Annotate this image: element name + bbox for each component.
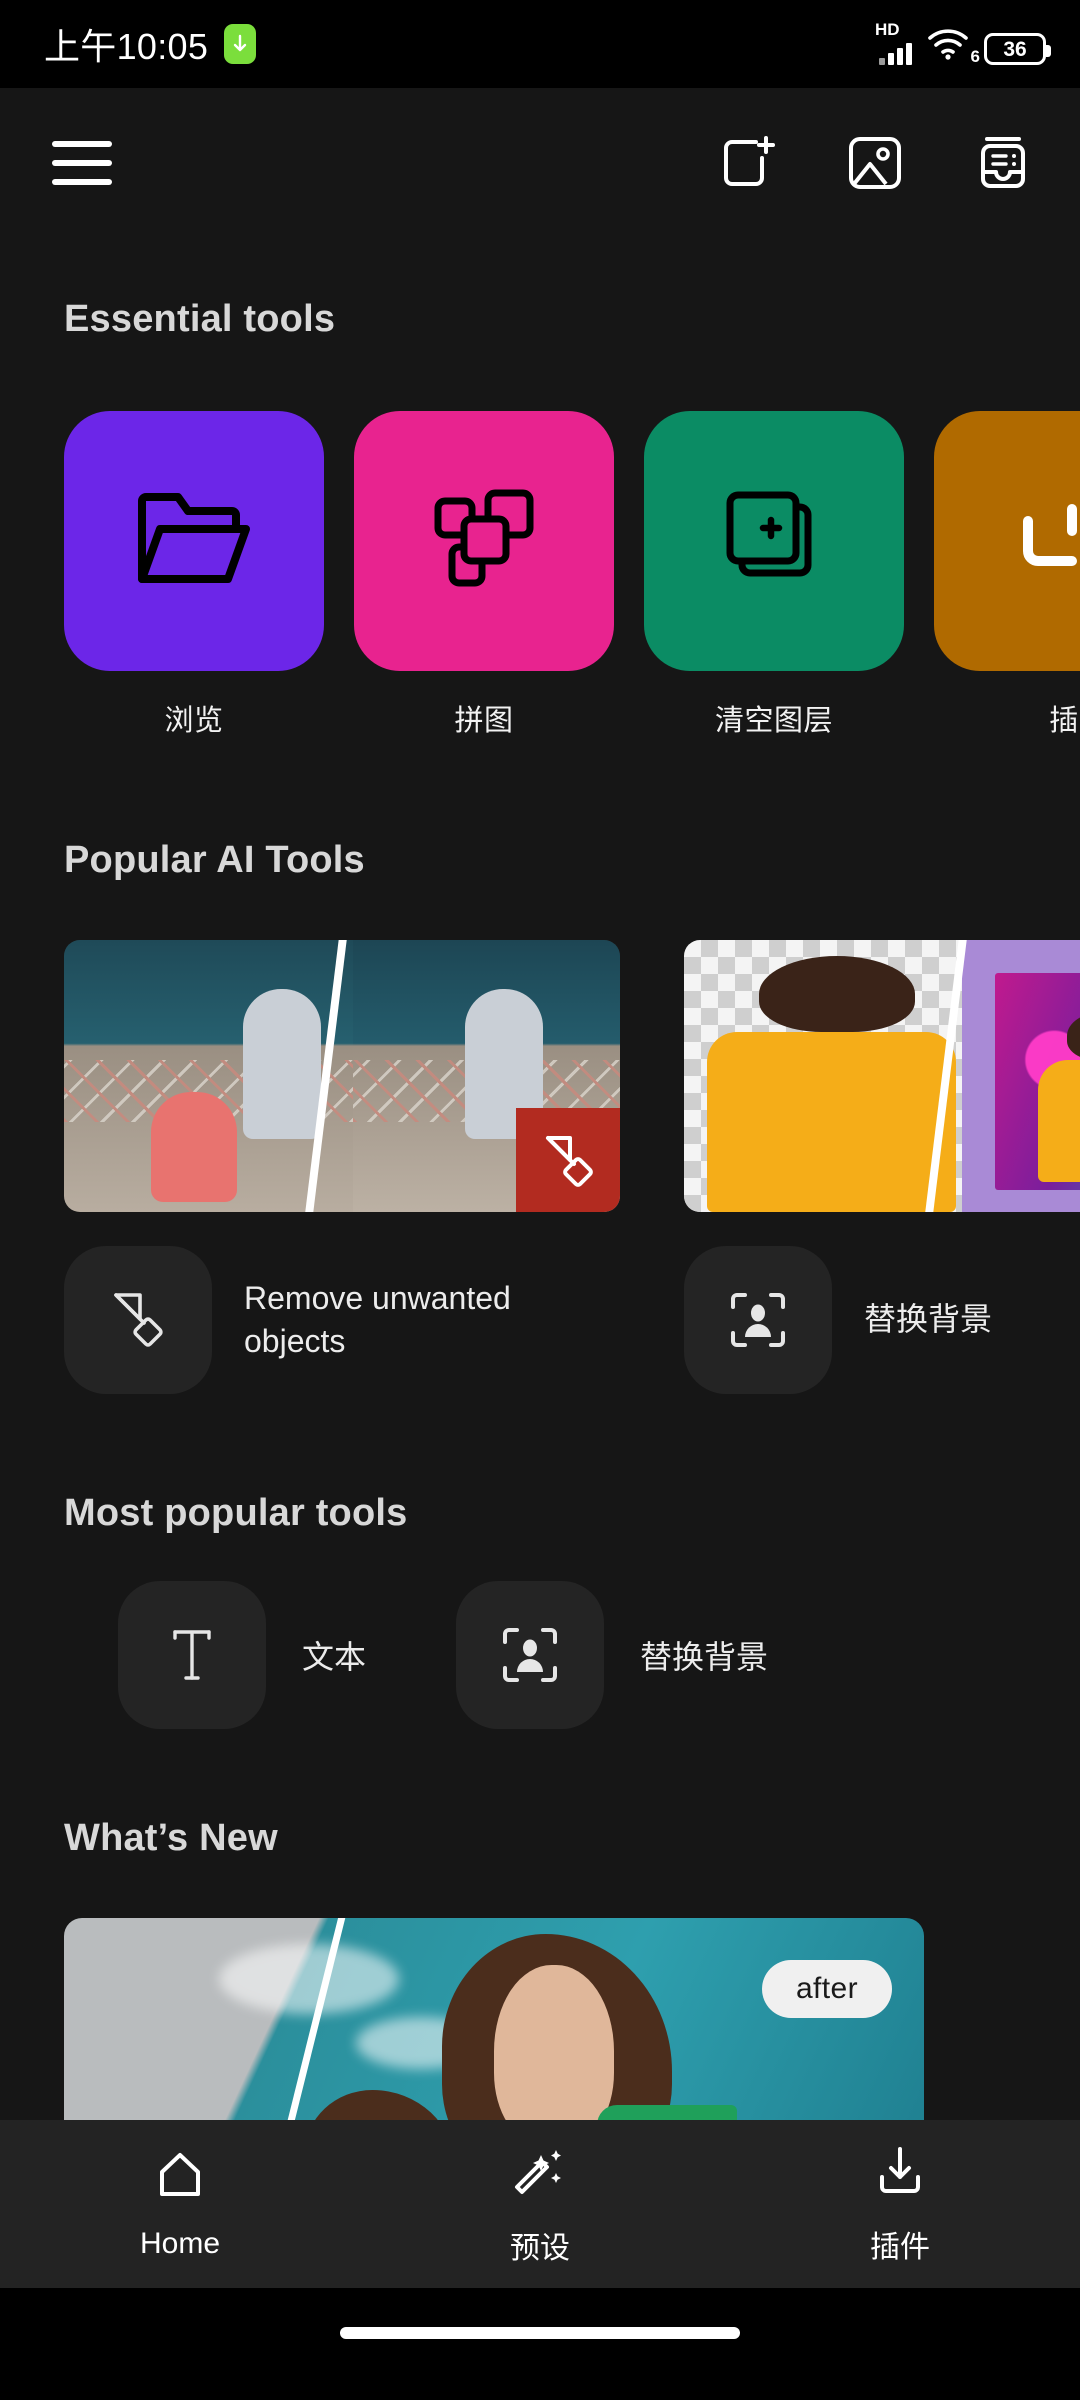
image-neon-background: [962, 940, 1080, 1212]
gesture-navigation-area: [0, 2288, 1080, 2400]
after-badge: after: [761, 1960, 892, 2018]
status-bar-left: 上午10:05: [44, 18, 257, 70]
neon-frame: [995, 972, 1080, 1191]
most-popular-tool-label: 替换背景: [640, 1639, 769, 1675]
essential-tools-section: Essential tools 浏览 拼图 清空图层 插: [0, 298, 1080, 739]
nav-item-label: 预设: [510, 2231, 570, 2265]
phone-screen: 上午10:05 HD 6 36 Essential tools 浏览 拼图 清空…: [0, 0, 1080, 2400]
app-toolbar: [0, 88, 1080, 238]
nav-item-label: Home: [139, 2226, 221, 2260]
toolbar-actions: [720, 134, 1032, 192]
ai-tool-footer: 替换背景: [684, 1246, 1080, 1394]
most-popular-tools-section: Most popular tools 文本 替换背景: [0, 1492, 1080, 1729]
ai-tool-label: 替换背景: [864, 1301, 993, 1338]
essential-tools-title: Essential tools: [64, 298, 336, 340]
tile-surface-clear-layers[interactable]: [644, 411, 904, 671]
portrait-frame-icon[interactable]: [684, 1246, 832, 1394]
essential-tool-label: 清空图层: [714, 705, 833, 737]
essential-tool-plugin[interactable]: 插: [934, 411, 1080, 739]
tile-surface-collage[interactable]: [354, 411, 614, 671]
remove-object-badge-icon: [516, 1108, 620, 1212]
ai-tool-footer: Remove unwanted objects: [64, 1246, 620, 1394]
ai-tool-label: Remove unwanted objects: [244, 1279, 511, 1359]
download-plugin-icon: [872, 2143, 928, 2204]
most-popular-tool-replace-background[interactable]: 替换背景: [456, 1581, 768, 1729]
status-bar: 上午10:05 HD 6 36: [0, 0, 1080, 88]
most-popular-tool-label: 文本: [302, 1639, 367, 1675]
plugin-icon: [1012, 487, 1080, 596]
popular-ai-tools-title: Popular AI Tools: [64, 839, 365, 881]
gallery-image-icon[interactable]: [846, 134, 904, 192]
before-after-object-removal-thumbnail[interactable]: [64, 940, 620, 1212]
inbox-news-icon[interactable]: [974, 134, 1032, 192]
bottom-navigation-bar: Home 预设 插件: [0, 2120, 1080, 2288]
popular-ai-tools-row[interactable]: Remove unwanted objects 替换背景: [0, 940, 1080, 1394]
status-time: 上午10:05: [44, 26, 209, 67]
portrait-frame-icon[interactable]: [456, 1581, 605, 1729]
ai-tool-card-remove-objects[interactable]: Remove unwanted objects: [64, 940, 620, 1394]
essential-tool-collage[interactable]: 拼图: [354, 411, 614, 739]
network-type-label: HD: [875, 20, 900, 39]
ai-tool-card-replace-background[interactable]: 替换背景: [684, 940, 1080, 1394]
collage-layers-icon: [430, 485, 538, 598]
most-popular-tools-title: Most popular tools: [64, 1492, 408, 1534]
tile-surface-browse[interactable]: [64, 411, 324, 671]
folder-icon: [134, 487, 254, 596]
signal-icon: HD: [875, 20, 912, 65]
popular-ai-tools-section: Popular AI Tools Remove unwanted objects…: [0, 839, 1080, 1394]
nav-item-presets[interactable]: 预设: [360, 2142, 720, 2267]
nav-item-home[interactable]: Home: [0, 2148, 360, 2261]
signal-bars: [879, 43, 912, 65]
essential-tools-row[interactable]: 浏览 拼图 清空图层 插: [0, 411, 1080, 739]
new-project-icon[interactable]: [720, 134, 776, 192]
wifi-icon: 6: [926, 25, 980, 66]
download-arrow-icon: [224, 24, 257, 64]
most-popular-tools-row[interactable]: 文本 替换背景: [0, 1581, 1080, 1729]
add-layer-icon: [722, 487, 826, 596]
hamburger-menu-icon[interactable]: [52, 141, 112, 185]
before-after-background-replace-thumbnail[interactable]: [684, 940, 1080, 1212]
gesture-home-bar[interactable]: [340, 2327, 740, 2339]
nav-item-label: 插件: [870, 2230, 930, 2264]
most-popular-tool-text[interactable]: 文本: [118, 1581, 366, 1729]
battery-percent-label: 36: [1003, 37, 1027, 61]
essential-tool-clear-layers[interactable]: 清空图层: [644, 411, 904, 739]
status-bar-right: HD 6 36: [875, 20, 1051, 66]
remove-object-icon[interactable]: [64, 1246, 212, 1394]
home-icon: [152, 2148, 208, 2209]
text-tool-icon[interactable]: [118, 1581, 266, 1729]
app-content: Essential tools 浏览 拼图 清空图层 插 Popular AI …: [0, 88, 1080, 2400]
tile-surface-plugin[interactable]: [934, 411, 1080, 671]
essential-tool-browse[interactable]: 浏览: [64, 411, 324, 739]
magic-wand-icon: [511, 2142, 569, 2205]
essential-tool-label: 插: [1049, 705, 1079, 737]
whats-new-title: What’s New: [64, 1817, 278, 1859]
wifi-generation-label: 6: [970, 47, 980, 66]
essential-tool-label: 浏览: [164, 705, 224, 737]
nav-item-plugins[interactable]: 插件: [720, 2143, 1080, 2266]
battery-icon: 36: [984, 33, 1051, 65]
essential-tool-label: 拼图: [454, 705, 514, 737]
